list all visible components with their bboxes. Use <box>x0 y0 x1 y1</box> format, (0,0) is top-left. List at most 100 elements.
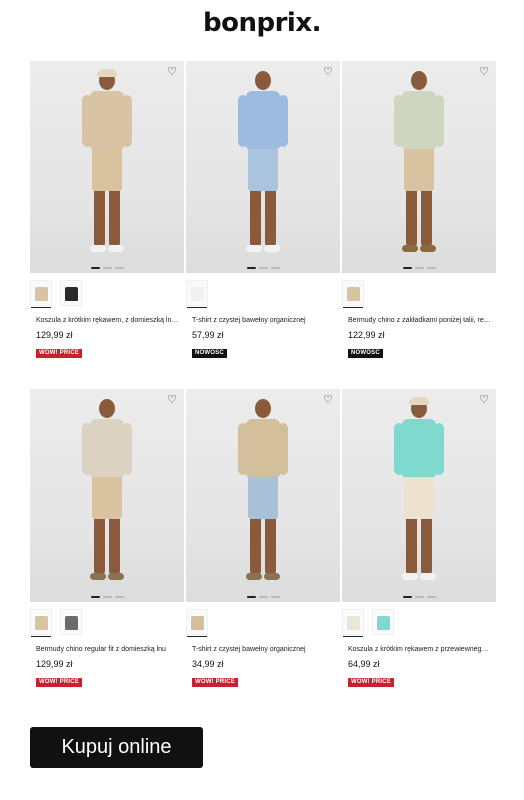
heart-icon[interactable]: ♡ <box>478 394 490 406</box>
carousel-dot[interactable] <box>270 596 280 598</box>
product-grid-row-1: ♡ Koszula z krótkim rękawem, z domieszką … <box>30 61 496 359</box>
shop-online-button[interactable]: Kupuj online <box>30 727 203 768</box>
left-shoe <box>246 245 262 252</box>
product-name[interactable]: Bermudy chino regular fit z domieszką ln… <box>30 645 180 654</box>
carousel-dot[interactable] <box>90 596 100 598</box>
right-shoe <box>420 245 436 252</box>
carousel-dot[interactable] <box>114 596 124 598</box>
image-carousel-indicator <box>342 596 496 598</box>
carousel-dot[interactable] <box>414 267 424 269</box>
right-shoe <box>420 573 436 580</box>
left-leg <box>94 515 105 575</box>
carousel-dot[interactable] <box>402 267 412 269</box>
color-swatch[interactable] <box>186 280 208 308</box>
swatch-garment <box>191 287 204 301</box>
color-swatches <box>342 280 496 308</box>
model-figure <box>228 69 298 269</box>
pants <box>92 475 122 519</box>
product-name[interactable]: Bermudy chino z zakładkami poniżej talii… <box>342 316 492 325</box>
product-name[interactable]: Koszula z krótkim rękawem, z domieszką l… <box>30 316 180 325</box>
carousel-dot[interactable] <box>402 596 412 598</box>
image-carousel-indicator <box>186 267 340 269</box>
right-leg <box>265 187 276 247</box>
product-name[interactable]: Koszula z krótkim rękawem z przewiewnego… <box>342 645 492 654</box>
product-card[interactable]: ♡ T-shirt z czystej bawełny organicznej 57… <box>186 61 340 359</box>
model-figure <box>228 397 298 597</box>
model-figure <box>384 397 454 597</box>
product-card[interactable]: ♡ Koszula z krótkim rękawem z przewiewneg… <box>342 389 496 688</box>
product-name[interactable]: T-shirt z czystej bawełny organicznej <box>186 645 336 654</box>
pants <box>404 147 434 191</box>
heart-icon[interactable]: ♡ <box>322 66 334 78</box>
model-figure <box>384 69 454 269</box>
product-grid-row-2: ♡ Bermudy chino regular fit z domieszką l… <box>30 389 496 688</box>
product-badge: NOWOŚĆ <box>192 349 227 358</box>
carousel-dot[interactable] <box>246 596 256 598</box>
carousel-dot[interactable] <box>426 267 436 269</box>
carousel-dot[interactable] <box>246 267 256 269</box>
swatch-garment <box>35 616 48 630</box>
color-swatch[interactable] <box>30 280 52 308</box>
left-shoe <box>402 245 418 252</box>
product-image[interactable]: ♡ <box>186 389 340 602</box>
swatch-garment <box>377 616 390 630</box>
swatch-garment <box>65 616 78 630</box>
carousel-dot[interactable] <box>270 267 280 269</box>
color-swatches <box>186 609 340 637</box>
carousel-dot[interactable] <box>114 267 124 269</box>
color-swatch[interactable] <box>60 609 82 635</box>
color-swatches <box>30 280 184 308</box>
heart-icon[interactable]: ♡ <box>478 66 490 78</box>
carousel-dot[interactable] <box>102 267 112 269</box>
head <box>255 399 271 418</box>
product-card[interactable]: ♡ Koszula z krótkim rękawem, z domieszką … <box>30 61 184 359</box>
product-price: 64,99 zł <box>348 659 380 669</box>
product-card[interactable]: ♡ Bermudy chino z zakładkami poniżej tali… <box>342 61 496 359</box>
product-image[interactable]: ♡ <box>30 61 184 273</box>
swatch-garment <box>347 616 360 630</box>
heart-icon[interactable]: ♡ <box>166 66 178 78</box>
product-image[interactable]: ♡ <box>30 389 184 602</box>
image-carousel-indicator <box>30 596 184 598</box>
product-name[interactable]: T-shirt z czystej bawełny organicznej <box>186 316 336 325</box>
shirt <box>246 419 280 477</box>
carousel-dot[interactable] <box>258 267 268 269</box>
product-card[interactable]: ♡ Bermudy chino regular fit z domieszką l… <box>30 389 184 688</box>
pants <box>248 147 278 191</box>
product-image[interactable]: ♡ <box>342 61 496 273</box>
carousel-dot[interactable] <box>90 267 100 269</box>
product-price: 129,99 zł <box>36 330 73 340</box>
shirt <box>90 419 124 477</box>
bonprix-logo[interactable]: bonprix. <box>0 8 524 38</box>
color-swatch[interactable] <box>186 609 208 637</box>
shirt <box>90 91 124 149</box>
color-swatch[interactable] <box>30 609 52 637</box>
right-leg <box>421 515 432 575</box>
left-shoe <box>90 245 106 252</box>
right-leg <box>109 187 120 247</box>
color-swatch[interactable] <box>342 609 364 637</box>
carousel-dot[interactable] <box>102 596 112 598</box>
product-card[interactable]: ♡ T-shirt z czystej bawełny organicznej 34… <box>186 389 340 688</box>
product-badge: NOWOŚĆ <box>348 349 383 358</box>
color-swatches <box>186 280 340 308</box>
head <box>99 399 115 418</box>
product-image[interactable]: ♡ <box>186 61 340 273</box>
color-swatch[interactable] <box>342 280 364 308</box>
heart-icon[interactable]: ♡ <box>322 394 334 406</box>
pants <box>92 147 122 191</box>
color-swatches <box>342 609 496 637</box>
head <box>411 71 427 90</box>
heart-icon[interactable]: ♡ <box>166 394 178 406</box>
product-image[interactable]: ♡ <box>342 389 496 602</box>
swatch-garment <box>65 287 78 301</box>
right-shoe <box>264 573 280 580</box>
carousel-dot[interactable] <box>426 596 436 598</box>
cap <box>409 397 429 405</box>
carousel-dot[interactable] <box>414 596 424 598</box>
color-swatch[interactable] <box>372 609 394 635</box>
right-leg <box>421 187 432 247</box>
left-shoe <box>246 573 262 580</box>
color-swatch[interactable] <box>60 280 82 306</box>
carousel-dot[interactable] <box>258 596 268 598</box>
